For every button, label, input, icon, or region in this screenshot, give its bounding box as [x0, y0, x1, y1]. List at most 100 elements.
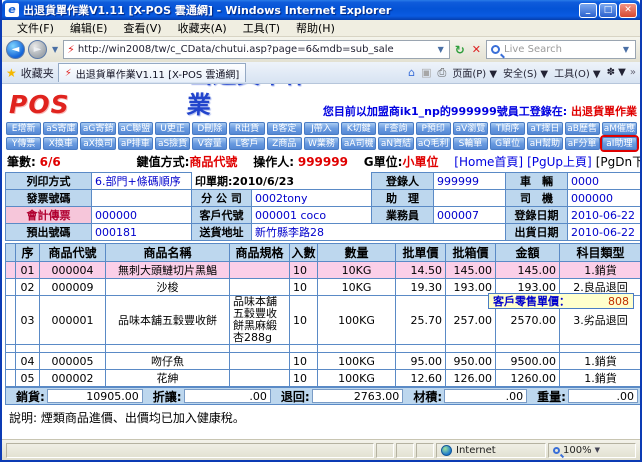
login-notice: 您目前以加盟商ik1_np的999999號員工登錄在: 出退貨單作業 [323, 103, 637, 120]
search-input[interactable]: Live Search ▼ [486, 40, 636, 59]
driver-value[interactable]: 000000 [567, 189, 640, 207]
cell-no: 01 [15, 261, 40, 279]
overflow-chevron-icon[interactable]: » [630, 67, 636, 78]
total-label: 退回: [280, 389, 310, 404]
close-button[interactable]: ✕ [619, 2, 637, 18]
menu-item[interactable]: 文件(F) [10, 19, 61, 37]
menu-item[interactable]: 帮助(H) [289, 19, 342, 37]
toolbar-button[interactable]: U更正 [154, 122, 191, 135]
page-nav-link[interactable]: [PgDn下頁] [596, 155, 640, 169]
toolbar-button[interactable]: aB歷售 [564, 122, 600, 135]
vehicle-label: 車 輛 [505, 172, 569, 190]
toolbar-button[interactable]: aT擇日 [527, 122, 563, 135]
salesman-value[interactable]: 000007 [433, 206, 507, 224]
back-button[interactable]: ◄ [6, 40, 25, 59]
menu-item[interactable]: 编辑(E) [63, 19, 115, 37]
command-button[interactable]: 工具(O) ▼ [554, 65, 601, 80]
menu-item[interactable]: 查看(V) [116, 19, 168, 37]
zoom-control[interactable]: 100% ▼ [548, 442, 636, 458]
toolbar-button[interactable]: aQ毛利 [415, 137, 451, 150]
command-button[interactable]: 页面(P) ▼ [452, 65, 497, 80]
branch-value[interactable]: 0002tony [250, 189, 373, 207]
preout-value[interactable]: 000181 [91, 223, 192, 241]
search-dropdown-icon[interactable]: ▼ [621, 45, 631, 54]
toolbar-button[interactable]: Z商品 [266, 137, 302, 150]
nav-dropdown-icon[interactable]: ▼ [50, 45, 60, 54]
toolbar-button[interactable]: aP排車 [117, 137, 153, 150]
voucher-label[interactable]: 會計傳票 [5, 206, 92, 224]
toolbar-button[interactable]: S輪單 [452, 137, 489, 150]
browser-tab[interactable]: ⚡ 出退貨單作業V1.11 [X-POS 雲通網] [57, 63, 247, 82]
unit-value: 小單位 [402, 155, 439, 169]
invoice-value[interactable] [91, 189, 192, 207]
toolbar-button[interactable]: aS撿貨 [154, 137, 191, 150]
feed-icon[interactable]: ▣ [421, 66, 431, 79]
address-dropdown-icon[interactable]: ▼ [436, 45, 446, 54]
command-button[interactable]: 安全(S) ▼ [503, 65, 548, 80]
toolbar-button[interactable]: X換車 [43, 137, 79, 150]
toolbar-button[interactable]: T順序 [490, 122, 526, 135]
toolbar-button[interactable]: aG寄銷 [80, 122, 116, 135]
toolbar-button[interactable]: J帶入 [303, 122, 340, 135]
toolbar-button[interactable]: aM催應 [601, 122, 637, 135]
page-nav-link[interactable]: [Home首頁] [454, 155, 523, 169]
favorites-button[interactable]: 收藏夹 [21, 65, 54, 81]
table-row[interactable] [5, 344, 640, 353]
branch-label: 分 公 司 [191, 189, 252, 207]
table-row[interactable]: 05 000002 花紳 10 100KG 12.60 126.00 1260.00 1.銷貨 [5, 369, 640, 387]
tab-favicon: ⚡ [64, 67, 72, 79]
toolbar-button[interactable]: L客戶 [229, 137, 265, 150]
address-url[interactable]: http://win2008/tw/c_CData/chutui.asp?pag… [78, 44, 433, 55]
toolbar-button[interactable]: Y傳票 [6, 137, 42, 150]
table-row[interactable]: 01 000004 無刺大頭鰱切片黑鯧 10 10KG 14.50 145.00 145.00… [5, 261, 640, 279]
print-icon[interactable]: ⎙ [438, 66, 447, 80]
toolbar-button[interactable]: aN資結 [378, 137, 414, 150]
row-marker [5, 344, 16, 353]
toolbar-button[interactable]: F查詢 [378, 122, 414, 135]
toolbar-button[interactable]: D刪除 [192, 122, 228, 135]
refresh-button[interactable]: ↻ [453, 43, 467, 57]
voucher-value[interactable]: 000000 [91, 206, 192, 224]
zoom-dropdown-icon[interactable]: ▼ [595, 446, 600, 454]
address-input[interactable]: ⚡ http://win2008/tw/c_CData/chutui.asp?p… [63, 40, 450, 59]
ship-address-value[interactable]: 新竹縣李路28 [250, 223, 507, 241]
register-value[interactable]: 999999 [433, 172, 507, 190]
toolbar-button[interactable]: E增新 [6, 122, 42, 135]
page-nav-link[interactable]: [PgUp上頁] [527, 155, 592, 169]
minimize-button[interactable]: _ [579, 2, 597, 18]
stop-button[interactable]: ✕ [470, 43, 483, 56]
toolbar-button[interactable]: aF分單 [564, 137, 600, 150]
home-icon[interactable]: ⌂ [408, 66, 415, 79]
shipdate-value[interactable]: 2010-06-22 [567, 223, 640, 241]
total-value: .00 [183, 389, 271, 403]
customer-value[interactable]: 000001 coco [250, 206, 373, 224]
command-button[interactable]: ✽ ▼ [607, 67, 626, 78]
vehicle-value[interactable]: 0000 [567, 172, 640, 190]
toolbar-button[interactable]: G單位 [490, 137, 526, 150]
toolbar-button[interactable]: B客定 [266, 122, 302, 135]
toolbar-button[interactable]: aV瀏覽 [452, 122, 489, 135]
favorites-star-icon[interactable]: ★ [6, 66, 17, 80]
toolbar-button[interactable]: aA司機 [341, 137, 377, 150]
toolbar-button[interactable]: P預印 [415, 122, 451, 135]
assistant-value[interactable] [433, 189, 507, 207]
regdate-value[interactable]: 2010-06-22 [567, 206, 640, 224]
cell-qty [317, 344, 396, 353]
table-row[interactable]: 04 000005 吻仔魚 10 100KG 95.00 950.00 9500.00 1.銷貨 [5, 352, 640, 370]
toolbar-button[interactable]: aH幫助 [527, 137, 563, 150]
menu-item[interactable]: 收藏夹(A) [171, 19, 234, 37]
toolbar-button[interactable]: W業務 [303, 137, 340, 150]
toolbar-button[interactable]: aC聯盟 [117, 122, 153, 135]
toolbar-button[interactable]: K切鍵 [341, 122, 377, 135]
forward-button[interactable]: ► [28, 40, 47, 59]
toolbar-button[interactable]: aS寄庫 [43, 122, 79, 135]
print-mode-value[interactable]: 6.部門+條碼順序 [91, 172, 192, 190]
search-placeholder[interactable]: Live Search [504, 44, 617, 55]
toolbar-button[interactable]: V容量 [192, 137, 228, 150]
maximize-button[interactable]: □ [599, 2, 617, 18]
toolbar-button[interactable]: aI助理 [599, 135, 639, 152]
menu-item[interactable]: 工具(T) [236, 19, 287, 37]
cell-unit_price: 95.00 [395, 352, 446, 370]
toolbar-button[interactable]: aX換司 [80, 137, 116, 150]
toolbar-button[interactable]: R出貨 [229, 122, 265, 135]
